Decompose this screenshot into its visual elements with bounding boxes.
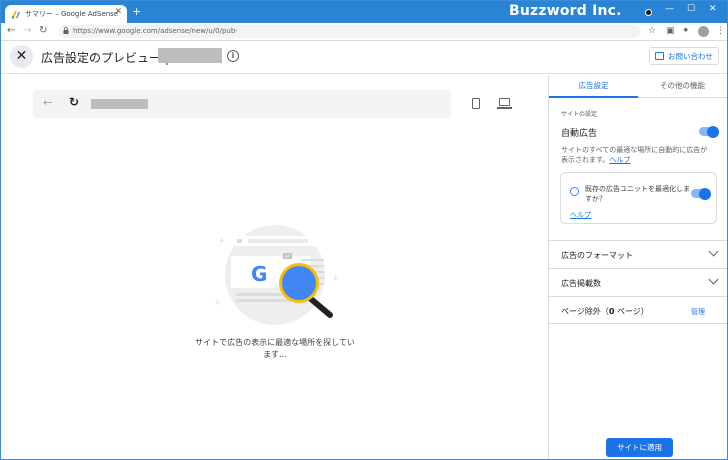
toggle-knob (699, 187, 711, 200)
ad-badge: Ad (285, 254, 291, 259)
toggle-knob (707, 125, 719, 138)
feedback-icon (655, 52, 664, 60)
tab-title: サマリー – Google AdSense (25, 10, 119, 18)
bookmark-star-icon[interactable]: ☆ (648, 26, 656, 36)
window-close-icon[interactable]: ✕ (709, 4, 717, 14)
contact-label: お問い合わせ (668, 52, 713, 61)
redacted-site-name (158, 48, 222, 63)
mobile-view-icon[interactable] (472, 98, 480, 109)
browser-tab[interactable]: サマリー – Google AdSense ✕ (5, 5, 127, 23)
manage-link[interactable]: 管理 (691, 307, 705, 317)
url-field[interactable]: https://www.google.com/adsense/new/u/0/p… (59, 25, 641, 38)
optimize-units-text: 既存の広告ユニットを最適化しますか？ (585, 185, 690, 203)
svg-text:+: + (214, 298, 221, 307)
ad-load-accordion[interactable]: 広告掲載数 (549, 268, 727, 296)
minimize-icon[interactable]: — (665, 4, 674, 14)
new-tab-icon[interactable]: + (132, 5, 141, 19)
maximize-icon[interactable]: ☐ (687, 4, 695, 14)
auto-ads-help-link[interactable]: ヘルプ (609, 156, 630, 164)
browser-window: サマリー – Google AdSense ✕ + Buzzword Inc. … (0, 0, 728, 460)
apply-to-site-button[interactable]: サイトに適用 (606, 438, 673, 457)
tab-close-icon[interactable]: ✕ (114, 7, 122, 17)
optimize-help-link[interactable]: ヘルプ (570, 210, 591, 220)
page-exclusion-prefix: ページ除外（ (561, 307, 609, 316)
svg-text:G: G (251, 262, 267, 286)
browser-reload-icon[interactable]: ↻ (39, 25, 47, 37)
auto-ads-description-text: サイトのすべての最適な場所に自動的に広告が表示されます。 (561, 146, 708, 164)
tab-ad-settings[interactable]: 広告設定 (549, 75, 638, 98)
page-title: 広告設定のプレビュー | (41, 51, 169, 65)
preview-back-icon[interactable]: ← (43, 96, 52, 109)
ad-load-label: 広告掲載数 (561, 279, 601, 288)
browser-back-icon[interactable]: ← (7, 25, 15, 37)
preview-navigation-bar: ← ↻ (33, 90, 451, 118)
cast-icon[interactable]: ▣ (666, 26, 675, 36)
auto-ads-toggle[interactable] (699, 125, 719, 138)
auto-ads-title: 自動広告 (561, 129, 598, 139)
browser-forward-icon[interactable]: → (23, 25, 31, 37)
desktop-view-icon[interactable] (499, 98, 510, 106)
app-header: ✕ 広告設定のプレビュー | i お問い合わせ (1, 41, 727, 74)
browser-titlebar: サマリー – Google AdSense ✕ + Buzzword Inc. … (1, 1, 727, 23)
settings-panel: 広告設定 その他の機能 サイトの設定 自動広告 サイトのすべての最適な場所に自動… (548, 75, 727, 459)
svg-text:+: + (218, 236, 226, 246)
site-settings-label: サイトの設定 (561, 111, 598, 118)
ad-formats-label: 広告のフォーマット (561, 251, 633, 260)
svg-text:+: + (332, 274, 340, 284)
preview-reload-icon[interactable]: ↻ (69, 95, 79, 109)
auto-ads-description: サイトのすべての最適な場所に自動的に広告が表示されます。ヘルプ (561, 145, 711, 165)
redacted-preview-url (91, 99, 148, 109)
contact-button[interactable]: お問い合わせ (649, 47, 719, 65)
tab-other-features[interactable]: その他の機能 (638, 75, 727, 98)
preview-area: ← ↻ + + + Ad G サイトで広告の表示に最適な場所を探しています… (1, 75, 548, 459)
page-exclusion-label: ページ除外（0 ページ） (561, 306, 649, 317)
desktop-view-icon-base (497, 107, 512, 109)
optimize-units-card: 既存の広告ユニットを最適化しますか？ ヘルプ (560, 172, 717, 224)
profile-indicator-icon (645, 9, 652, 16)
extensions-icon[interactable]: ✦ (682, 26, 690, 36)
searching-illustration: + + + Ad G (214, 225, 340, 325)
lock-icon (63, 27, 69, 34)
ad-formats-accordion[interactable]: 広告のフォーマット (549, 240, 727, 268)
optimize-units-toggle[interactable] (691, 187, 711, 200)
searching-caption: サイトで広告の表示に最適な場所を探しています… (195, 338, 355, 359)
optimize-icon (570, 187, 579, 196)
url-text: https://www.google.com/adsense/new/u/0/p… (73, 27, 238, 35)
address-bar: ← → ↻ https://www.google.com/adsense/new… (1, 23, 727, 41)
page-exclusion-row: ページ除外（0 ページ） 管理 (549, 296, 727, 324)
page-exclusion-suffix: ページ） (614, 307, 649, 316)
close-icon: ✕ (15, 48, 28, 64)
info-icon[interactable]: i (227, 50, 239, 62)
profile-avatar[interactable] (698, 26, 709, 37)
close-preview-button[interactable]: ✕ (10, 45, 33, 68)
adsense-favicon-icon (11, 11, 20, 19)
chevron-down-icon (708, 274, 719, 285)
watermark-text: Buzzword Inc. (509, 3, 622, 19)
chevron-down-icon (708, 246, 719, 257)
menu-kebab-icon[interactable]: ⋮ (716, 26, 725, 36)
